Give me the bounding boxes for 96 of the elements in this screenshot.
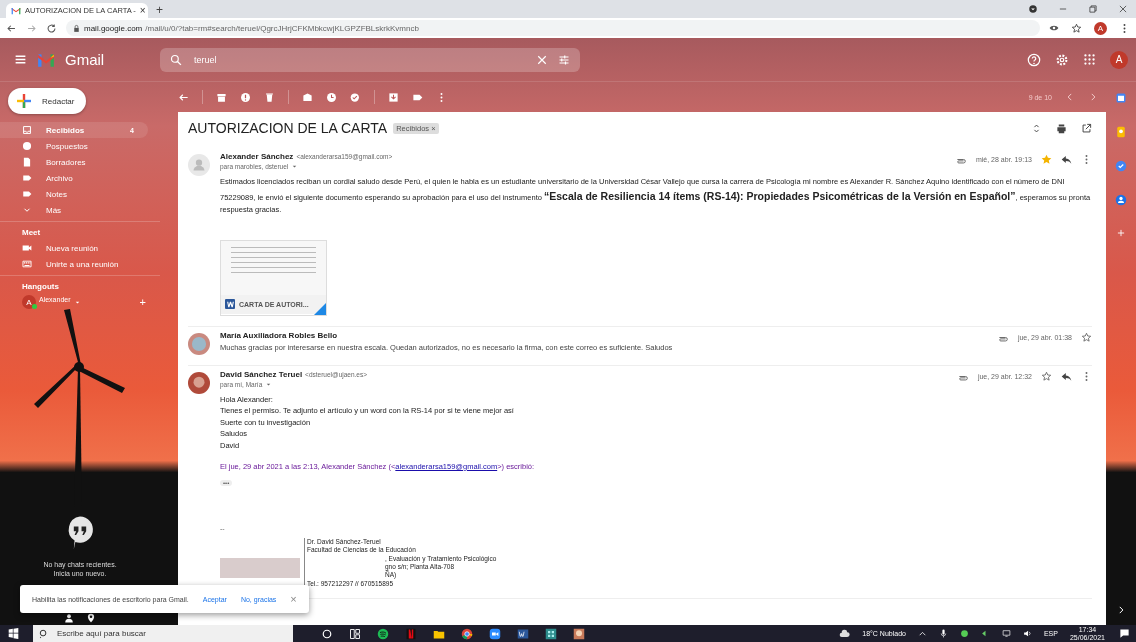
back-arrow-icon[interactable] [178,91,189,103]
default-avatar-icon [188,154,210,176]
sender-name: Alexander Sánchez [220,152,294,161]
account-avatar[interactable]: A [1110,50,1128,69]
netflix-app-icon[interactable] [405,627,417,640]
document-icon [22,157,32,167]
tasks-icon[interactable] [1115,160,1127,172]
cloud-icon [839,628,851,639]
cortana-circle-icon[interactable] [321,627,333,640]
compose-button[interactable]: Redactar [8,88,86,114]
dismiss-button[interactable]: × [290,593,297,605]
check-circle-icon[interactable] [350,91,361,103]
grid-app-icon[interactable] [545,627,557,640]
sidebar-item[interactable]: Más [0,202,148,218]
expand-updown-icon[interactable] [1031,122,1042,134]
clock-icon[interactable] [326,91,337,103]
word-app-icon[interactable] [517,627,529,640]
sidebar-item[interactable]: Unirte a una reunión [0,256,148,272]
tab-close-button[interactable]: × [139,5,146,16]
gmail-wordmark: Gmail [65,51,105,68]
plus-icon [16,93,32,109]
sidebar-item[interactable]: Archivo [0,170,148,186]
star-outline-icon[interactable] [1071,22,1082,34]
trash-icon[interactable] [264,91,275,103]
reply-icon[interactable] [1061,371,1072,382]
alert-icon[interactable] [240,91,251,103]
download-box-icon[interactable] [388,91,399,103]
printer-icon[interactable] [1056,122,1067,134]
speaker-icon[interactable] [1022,629,1032,638]
character-app-icon[interactable] [573,627,585,640]
spotify-app-icon[interactable] [377,627,389,640]
eye-icon[interactable] [1049,23,1059,33]
search-input[interactable]: teruel [192,53,526,66]
clock-icon [22,141,32,151]
plus-icon[interactable] [1116,228,1126,238]
contacts-icon[interactable] [1115,194,1127,206]
task-view-icon[interactable] [349,627,361,640]
keep-icon[interactable] [1115,126,1127,138]
reply-icon[interactable] [1061,153,1072,165]
profile-avatar[interactable]: A [1094,21,1107,35]
video-camera-icon [22,243,32,253]
section-heading: Meet [21,227,42,239]
profile-photo-placeholder [188,371,210,394]
star-filled-icon[interactable] [1041,153,1052,165]
sidebar-item[interactable]: Pospuestos [0,138,148,154]
sidebar-item[interactable]: Nueva reunión [0,240,148,256]
chevron-right-icon[interactable] [1116,605,1126,615]
corner-fold-icon [314,302,326,315]
profile-dot-icon [1028,4,1038,14]
zoom-app-icon[interactable] [489,627,501,640]
back-arrow-icon[interactable] [6,22,17,34]
envelope-icon[interactable] [302,91,313,103]
calendar-icon[interactable] [1115,92,1127,104]
filter-sliders-icon[interactable] [558,53,570,66]
inbox-icon [22,125,32,135]
clear-icon[interactable] [536,53,548,66]
chrome-app-icon[interactable] [461,627,473,640]
person-icon[interactable] [64,613,74,623]
network-icon[interactable] [1001,629,1011,638]
chevron-left-icon[interactable] [1065,92,1075,102]
search-field[interactable]: teruel [160,47,580,72]
taskbar-search-field[interactable]: Escribe aquí para buscar [33,625,293,642]
url-path: /mail/u/0/?tab=rm#search/teruel/QgrcJHrjCFKMbkcwjKLGPZFBLskrkKvmncb [145,23,419,33]
lock-icon [72,23,81,33]
address-bar[interactable]: mail.google.com /mail/u/0/?tab=rm#search/teruel/QgrcJHrjCFKMbkcwjKLGPZFBLskrkKvmncb [66,20,1040,36]
user-avatar: A [22,295,36,309]
reload-icon[interactable] [46,22,57,34]
open-in-new-icon[interactable] [1081,122,1092,134]
keyboard-icon [22,259,32,269]
sender-name: María Auxiliadora Robles Bello [220,330,338,340]
gmail-logo-icon [11,5,21,16]
sidebar-item[interactable]: Borradores [0,154,148,170]
archive-icon[interactable] [216,91,227,103]
new-tab-button[interactable]: + [156,3,163,17]
close-icon[interactable] [1118,4,1128,14]
star-outline-icon[interactable] [1041,371,1052,382]
help-icon[interactable] [1027,52,1041,67]
menu-icon[interactable] [14,53,27,66]
windows-start-icon[interactable] [8,628,19,639]
profile-photo-placeholder [188,332,210,355]
star-outline-icon[interactable] [1081,332,1092,343]
settings-icon[interactable] [1055,52,1069,67]
chevron-up-icon[interactable] [917,629,927,638]
sender-name: David Sánchez Teruel [220,369,303,379]
add-chat-button[interactable]: + [139,296,146,308]
url-host: mail.google.com [84,23,143,33]
word-file-icon [225,299,235,309]
sidebar-item[interactable]: Notes [0,186,148,202]
section-heading: Hangouts [21,281,60,293]
subject-heading: AUTORIZACION DE LA CARTA [188,120,388,136]
tray-app-icon[interactable] [959,629,969,638]
location-pin-icon[interactable] [86,613,96,623]
restore-icon[interactable] [1088,4,1098,14]
microphone-icon[interactable] [938,629,948,638]
notifications-icon[interactable] [1119,628,1130,639]
apps-grid-icon[interactable] [1083,53,1096,66]
